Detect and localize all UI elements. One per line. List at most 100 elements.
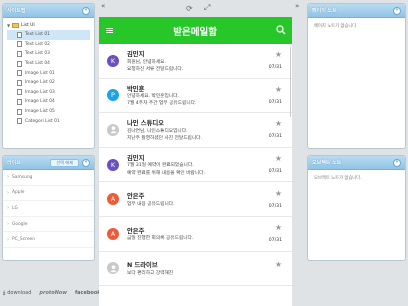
collapse-button[interactable]: ‹: [82, 158, 90, 167]
tree-item[interactable]: Image List 01: [7, 68, 90, 78]
library-item[interactable]: › Samsung: [3, 170, 94, 186]
mail-preview-line: 업무 내용 공유드립니다.: [127, 201, 175, 207]
mail-item[interactable]: A 안은주 금일 진행한 회의록 공유드립니다. ★ 07/31: [99, 217, 292, 252]
mail-body: 안은주 업무 내용 공유드립니다.: [119, 191, 286, 207]
collapse-left-icon[interactable]: «: [101, 2, 105, 10]
collapse-button[interactable]: ›: [393, 158, 401, 167]
chevron-right-icon: ›: [7, 189, 9, 196]
library-item[interactable]: › Google: [3, 217, 94, 233]
sitemap-title: 사이트맵: [7, 8, 26, 14]
tree-item-label: Text List 02: [25, 41, 50, 47]
expand-icon[interactable]: ▼: [7, 23, 10, 28]
star-icon[interactable]: ★: [275, 51, 282, 59]
mail-body: 김민지 7월 31일 예약이 완료되었습니다. 예약 완료를 위해 내용을 확인 바…: [119, 153, 286, 176]
tree-item[interactable]: Image List 03: [7, 88, 90, 98]
collapse-right-icon[interactable]: »: [295, 2, 299, 10]
collapse-button[interactable]: ›: [393, 6, 401, 15]
app-bar: ≡ 받은메일함: [99, 17, 292, 44]
footer-links: ⤓ download protoNow facebook: [3, 290, 101, 296]
library-item-label: PC_Screen: [12, 237, 36, 243]
library-item[interactable]: › Apple: [3, 186, 94, 202]
download-link[interactable]: ⤓ download: [3, 290, 31, 296]
tree-item[interactable]: Image List 05: [7, 107, 90, 117]
sender-name: 김민지: [127, 154, 145, 162]
library-item-label: LG: [12, 205, 18, 211]
mail-meta: ★ 07/31: [269, 182, 282, 216]
tree-item-label: Categori List 01: [25, 118, 60, 124]
page-icon: [17, 41, 22, 48]
phone-screen: ≡ 받은메일함 K 김민지 회원님, 안녕하세요. 요청하신 서류 전달드립니다. ★ 0…: [99, 17, 292, 306]
library-item-label: Samsung: [12, 174, 33, 180]
sender-name: 나인 스튜디오: [127, 120, 164, 128]
tree-item[interactable]: Categori List 01: [7, 116, 90, 126]
library-item-label: Apple: [12, 190, 25, 196]
mail-preview-line: 7월 4주차 주간 업무 공유드립니다.: [127, 101, 197, 107]
star-icon[interactable]: ★: [275, 189, 282, 198]
protonow-link[interactable]: protoNow: [39, 290, 67, 296]
mail-preview-line: 안녕하세요. 박민훈입니다.: [127, 94, 179, 100]
mail-body: 김민지 회원님, 안녕하세요. 요청하신 서류 전달드립니다.: [119, 49, 286, 72]
mail-item[interactable]: K 김민지 7월 31일 예약이 완료되었습니다. 예약 완료를 위해 내용을 확인 …: [99, 148, 292, 183]
mail-body: 나인 스튜디오 김나연님, 나인스튜디오입니다. 지난주 촬영하셨던 사진 전달드립…: [119, 118, 286, 141]
mail-body: 안은주 금일 진행한 회의록 공유드립니다.: [119, 226, 286, 242]
mail-meta: ★ 07/31: [269, 217, 282, 251]
fullscreen-icon[interactable]: ⤢: [204, 2, 210, 14]
star-icon[interactable]: ★: [275, 261, 282, 269]
search-icon[interactable]: [276, 24, 286, 37]
mail-meta: ★: [275, 252, 282, 286]
mail-preview-line: 김나연님, 나인스튜디오입니다.: [127, 128, 188, 134]
facebook-link[interactable]: facebook: [75, 290, 101, 296]
rotate-icon[interactable]: ⟳: [186, 2, 193, 14]
collapse-button[interactable]: ‹: [82, 6, 90, 15]
deselect-button[interactable]: 선택 해제: [50, 158, 79, 167]
tree-item-label: Text List 03: [25, 51, 50, 57]
mail-item[interactable]: K 김민지 회원님, 안녕하세요. 요청하신 서류 전달드립니다. ★ 07/31: [99, 44, 292, 79]
mail-item[interactable]: P 박민훈 안녕하세요. 박민훈입니다. 7월 4주차 주간 업무 공유드립니다. ★ 0…: [99, 79, 292, 114]
mail-body: 박민훈 안녕하세요. 박민훈입니다. 7월 4주차 주간 업무 공유드립니다.: [119, 84, 286, 107]
chevron-right-icon: ›: [7, 221, 9, 228]
page-note-text: 페이지 노트가 없습니다.: [314, 24, 358, 29]
star-icon[interactable]: ★: [275, 120, 282, 128]
tree-item-label: Text List 01: [25, 32, 50, 38]
object-note-panel: 오브젝트 노트 › 오브젝트 노트가 없습니다.: [307, 155, 406, 261]
tree-item[interactable]: Image List 02: [7, 78, 90, 88]
sender-avatar: A: [107, 227, 119, 240]
tree-item[interactable]: Text List 03: [7, 49, 90, 59]
scrollbar[interactable]: [289, 47, 291, 117]
page-icon: [17, 98, 22, 105]
menu-icon[interactable]: ≡: [105, 24, 114, 37]
sender-name: N 드라이브: [127, 262, 158, 270]
library-title: 라이브: [7, 160, 21, 166]
mail-preview-line: 회원님, 안녕하세요.: [127, 59, 166, 65]
mail-preview-line: 지난주 촬영하셨던 사진 전달드립니다.: [127, 135, 202, 141]
sender-name: 김민지: [127, 51, 145, 59]
tree-item[interactable]: Text List 01: [7, 30, 90, 40]
sender-avatar: K: [107, 54, 119, 67]
person-avatar-icon: [107, 262, 119, 275]
star-icon[interactable]: ★: [275, 85, 282, 94]
tree-root-label: List UI: [21, 23, 35, 28]
person-avatar-icon: [107, 123, 119, 136]
sitemap-header: 사이트맵 ‹: [3, 4, 94, 18]
object-note-header: 오브젝트 노트 ›: [308, 156, 405, 170]
library-item[interactable]: › PC_Screen: [3, 232, 94, 248]
mail-item[interactable]: A 안은주 업무 내용 공유드립니다. ★ 07/31: [99, 182, 292, 217]
star-icon[interactable]: ★: [275, 224, 282, 232]
mail-preview-line: 보다 편리하고 강력해진: [127, 270, 174, 276]
tree-item[interactable]: Text List 04: [7, 59, 90, 69]
object-note-title: 오브젝트 노트: [312, 160, 342, 166]
library-item[interactable]: › LG: [3, 201, 94, 217]
tree-root[interactable]: ▼ List UI: [7, 21, 90, 30]
tree-item-label: Image List 04: [25, 99, 55, 105]
tree-item[interactable]: Text List 02: [7, 40, 90, 50]
sitemap-panel: 사이트맵 ‹ ▼ List UI Text List 01 Text List 0…: [2, 3, 95, 149]
page-icon: [17, 79, 22, 86]
mail-meta: ★ 07/31: [269, 44, 282, 78]
tree-item[interactable]: Image List 04: [7, 97, 90, 107]
page-icon: [17, 89, 22, 96]
mail-item[interactable]: 나인 스튜디오 김나연님, 나인스튜디오입니다. 지난주 촬영하셨던 사진 전달드립…: [99, 113, 292, 148]
folder-icon: [12, 23, 20, 28]
star-icon[interactable]: ★: [275, 155, 282, 163]
mail-preview-line: 7월 31일 예약이 완료되었습니다.: [127, 163, 194, 169]
mail-item[interactable]: N 드라이브 보다 편리하고 강력해진 ★: [99, 252, 292, 287]
